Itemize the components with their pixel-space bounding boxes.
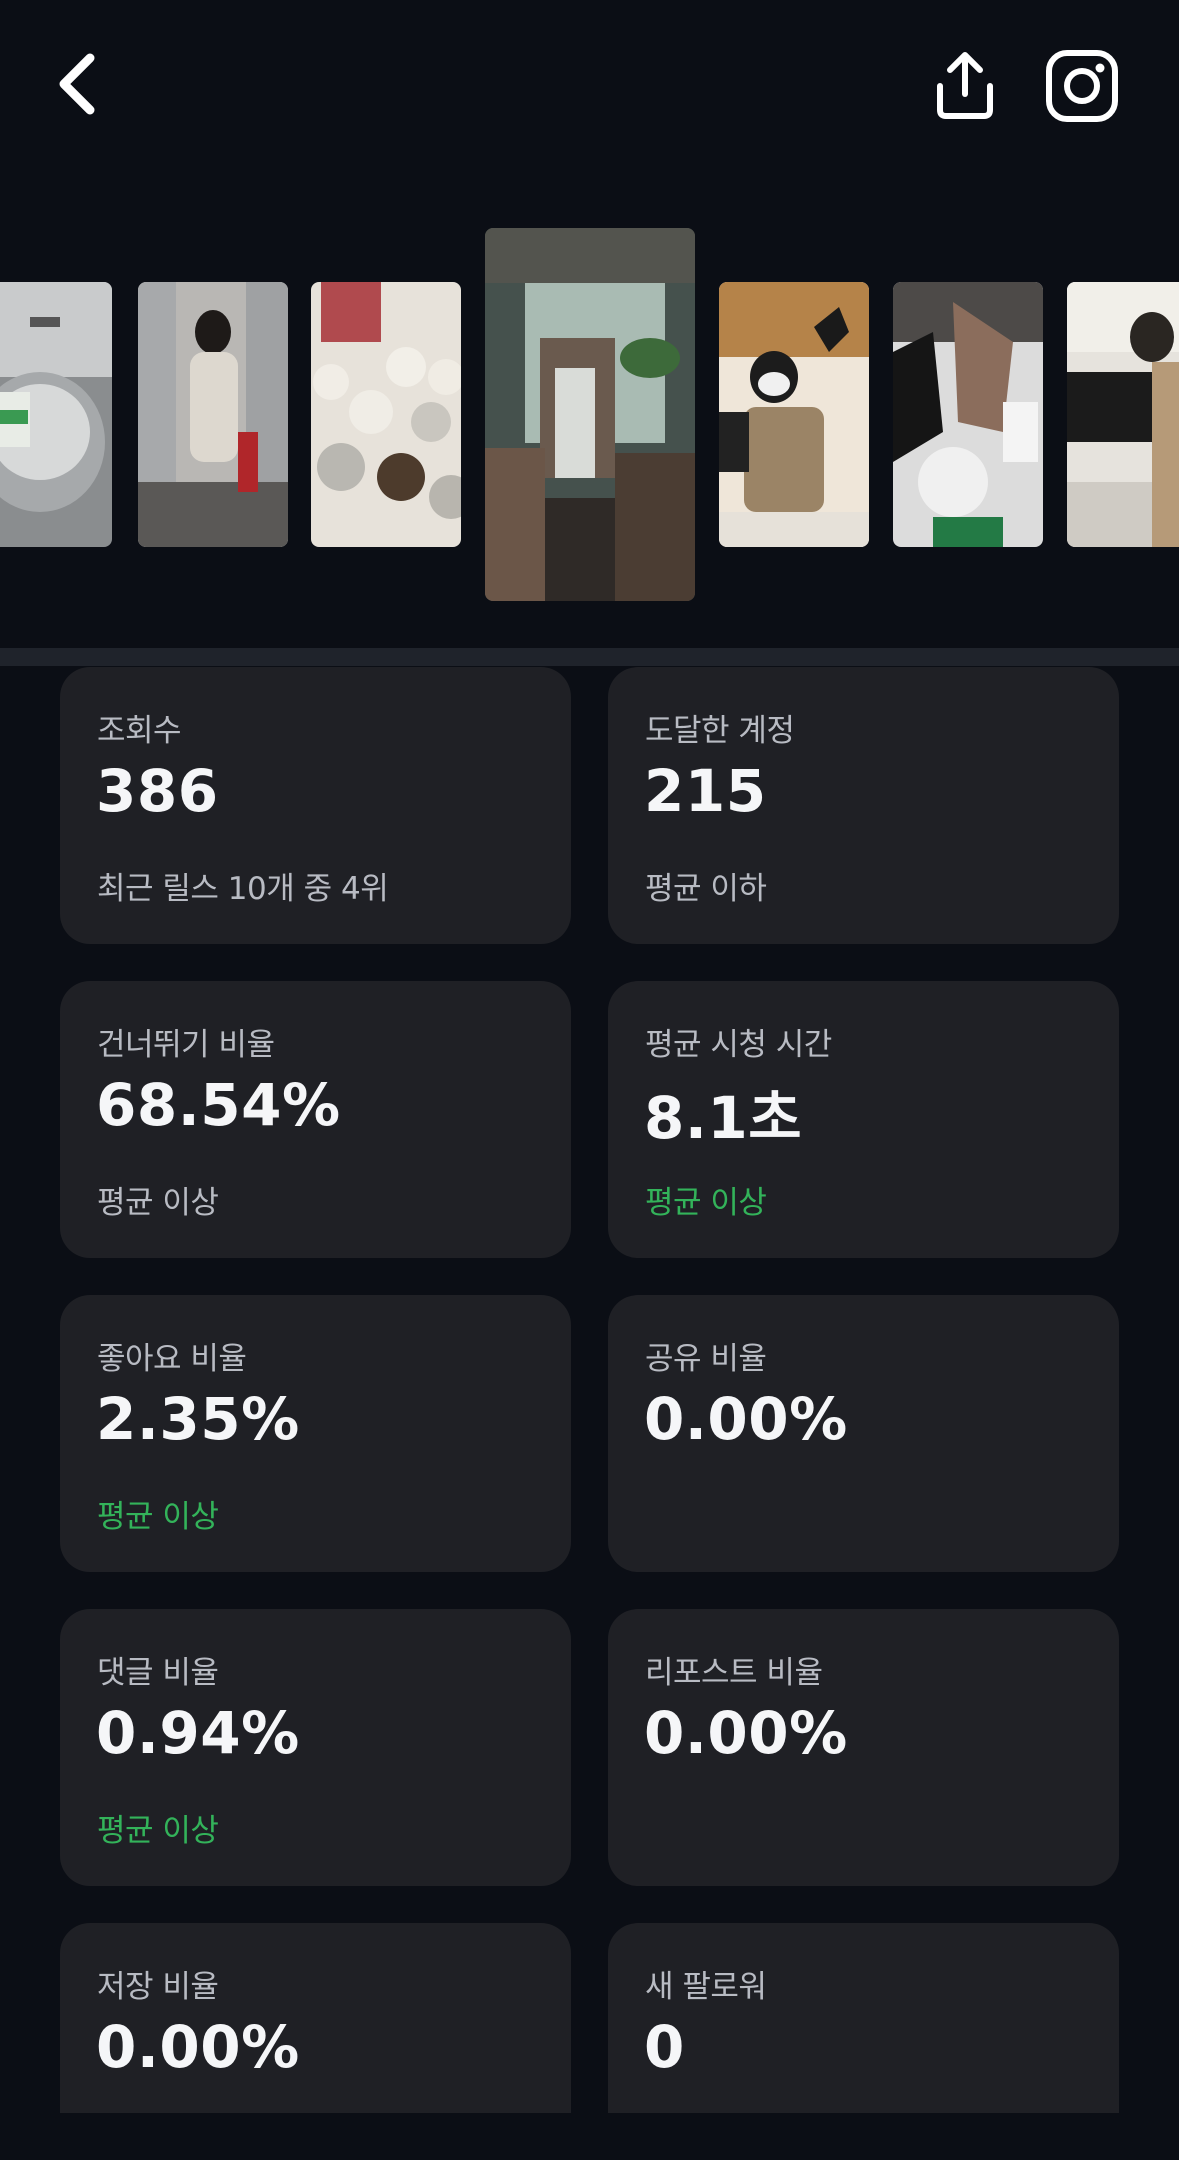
stat-card-share-rate: 공유 비율 0.00% [608, 1295, 1119, 1572]
stat-label: 도달한 계정 [645, 713, 795, 749]
stat-note: 평균 이하 [645, 871, 767, 907]
thumbnail-image [0, 282, 112, 547]
share-button[interactable] [930, 50, 1000, 122]
stat-card-skip-rate: 건너뛰기 비율 68.54% 평균 이상 [60, 981, 571, 1258]
stat-value: 0.00% [96, 2013, 300, 2081]
chevron-left-icon [59, 53, 95, 115]
reels-thumbnail-strip [0, 225, 1179, 605]
thumbnail-image [485, 228, 695, 601]
stat-card-like-rate: 좋아요 비율 2.35% 평균 이상 [60, 1295, 571, 1572]
section-divider [0, 648, 1179, 666]
stat-label: 공유 비율 [645, 1341, 767, 1377]
stat-label: 댓글 비율 [97, 1655, 219, 1691]
thumbnail-image [1067, 282, 1179, 547]
thumbnail-image [893, 282, 1043, 547]
stat-card-views: 조회수 386 최근 릴스 10개 중 4위 [60, 667, 571, 944]
stat-note: 최근 릴스 10개 중 4위 [97, 871, 389, 907]
stat-value: 386 [96, 757, 219, 825]
stat-value: 0 [644, 2013, 685, 2081]
stat-label: 리포스트 비율 [645, 1655, 823, 1691]
stat-note: 평균 이상 [97, 1185, 219, 1221]
stat-card-comment-rate: 댓글 비율 0.94% 평균 이상 [60, 1609, 571, 1886]
stat-label: 조회수 [97, 713, 182, 749]
stat-label: 건너뛰기 비율 [97, 1027, 275, 1063]
stat-value: 68.54% [96, 1071, 341, 1139]
reel-thumbnail[interactable] [1067, 282, 1179, 547]
stat-note-positive: 평균 이상 [97, 1813, 219, 1849]
top-bar [0, 0, 1179, 170]
reel-thumbnail[interactable] [719, 282, 869, 547]
stat-value: 2.35% [96, 1385, 300, 1453]
stat-value: 0.94% [96, 1699, 300, 1767]
reel-thumbnail-selected[interactable] [485, 228, 695, 601]
instagram-icon [1046, 50, 1118, 122]
stat-label: 저장 비율 [97, 1969, 219, 2005]
stat-note-positive: 평균 이상 [97, 1499, 219, 1535]
stat-value: 0.00% [644, 1385, 848, 1453]
stat-value: 215 [644, 757, 767, 825]
stat-card-new-followers: 새 팔로워 0 [608, 1923, 1119, 2113]
stat-value: 8.1초 [644, 1084, 803, 1152]
reel-thumbnail[interactable] [893, 282, 1043, 547]
reel-thumbnail[interactable] [138, 282, 288, 547]
stat-value: 0.00% [644, 1699, 848, 1767]
reel-thumbnail[interactable] [0, 282, 112, 547]
thumbnail-image [138, 282, 288, 547]
thumbnail-image [719, 282, 869, 547]
share-upload-icon [937, 52, 993, 119]
stat-card-repost-rate: 리포스트 비율 0.00% [608, 1609, 1119, 1886]
instagram-button[interactable] [1044, 48, 1120, 124]
stat-card-avg-watch-time: 평균 시청 시간 8.1초 평균 이상 [608, 981, 1119, 1258]
reel-insights-screen: 조회수 386 최근 릴스 10개 중 4위 도달한 계정 215 평균 이하 … [0, 0, 1179, 2160]
stat-note-positive: 평균 이상 [645, 1185, 767, 1221]
stat-label: 평균 시청 시간 [645, 1027, 832, 1063]
thumbnail-image [311, 282, 461, 547]
stat-label: 새 팔로워 [645, 1969, 767, 2005]
back-button[interactable] [48, 48, 108, 120]
stat-card-reach: 도달한 계정 215 평균 이하 [608, 667, 1119, 944]
stat-label: 좋아요 비율 [97, 1341, 247, 1377]
stat-card-save-rate: 저장 비율 0.00% [60, 1923, 571, 2113]
reel-thumbnail[interactable] [311, 282, 461, 547]
